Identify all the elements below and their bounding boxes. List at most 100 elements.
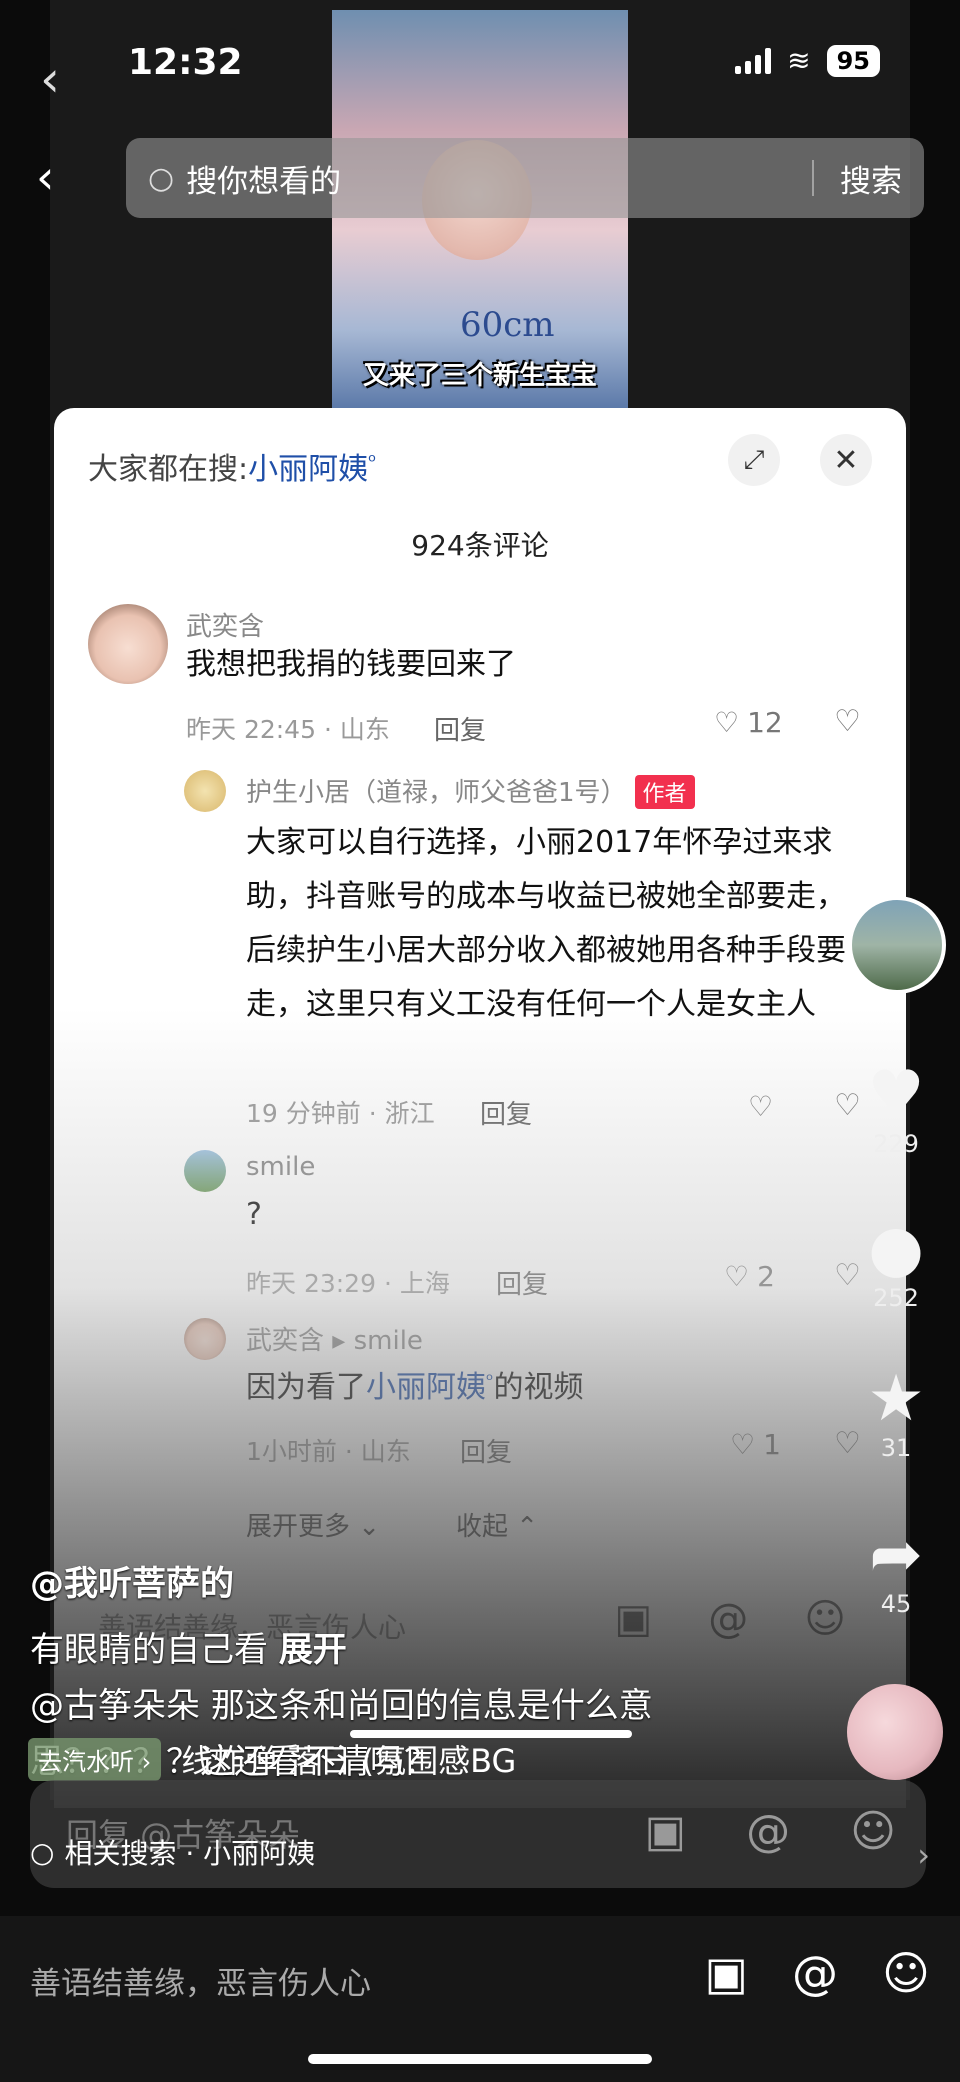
- comment-count: 252: [873, 1284, 919, 1312]
- comment-text: ?: [246, 1197, 262, 1232]
- comment-text-before: 因为看了: [246, 1370, 366, 1405]
- expand-icon[interactable]: ⤢: [728, 434, 780, 486]
- image-icon[interactable]: ▣: [705, 1946, 748, 2000]
- comment-meta: 19 分钟前 · 浙江: [246, 1099, 435, 1128]
- comment-action[interactable]: ● 252: [846, 1214, 946, 1312]
- reply-button[interactable]: 回复: [434, 710, 486, 747]
- comment-user-name: 武奕含: [246, 1326, 325, 1356]
- comment-meta: 昨天 22:45 · 山东: [186, 715, 390, 744]
- bottom-input-bar: 善语结善缘，恶言伤人心 ▣ @ ☺: [0, 1916, 960, 2082]
- desc-line-1: 有眼睛的自己看: [30, 1630, 268, 1670]
- hot-search-prefix: 大家都在搜:: [88, 452, 249, 487]
- author-badge: 作者: [634, 775, 695, 809]
- comment-text-after: 的视频: [493, 1370, 584, 1405]
- music-tag-label: 去汽水听: [38, 1747, 134, 1776]
- comment-text: 大家可以自行选择，小丽2017年怀孕过来求助，抖音账号的成本与收益已被她全部要走…: [246, 825, 846, 1022]
- comment-user[interactable]: 武奕含 ▸ smile: [246, 1320, 423, 1357]
- heart-icon: ♡: [724, 1260, 750, 1293]
- like-button[interactable]: ♡: [748, 1090, 773, 1123]
- star-icon: ★: [867, 1362, 925, 1436]
- heart-icon: ♡: [730, 1428, 756, 1461]
- comment-text: 因为看了小丽阿姨ᵒ的视频: [246, 1354, 583, 1415]
- heart-icon: ♥: [867, 1058, 925, 1132]
- home-indicator: [308, 2054, 652, 2064]
- back-outer-icon[interactable]: ‹: [40, 50, 60, 108]
- reply-arrow-icon: ▸: [332, 1326, 346, 1356]
- reply-button[interactable]: 回复: [496, 1264, 548, 1301]
- signal-icon: [735, 47, 772, 74]
- hot-search[interactable]: 大家都在搜:小丽阿姨ᵒ: [88, 444, 376, 488]
- share-count: 45: [880, 1590, 912, 1618]
- search-bar[interactable]: ○ 搜你想看的 搜索: [126, 138, 924, 218]
- dislike-icon[interactable]: ♡: [834, 704, 861, 739]
- bottom-icons: ▣ @ ☺: [705, 1946, 930, 2000]
- search-icon: ○: [30, 1835, 55, 1869]
- heart-icon: ♡: [714, 706, 740, 739]
- emoji-icon[interactable]: ☺: [850, 1806, 896, 1857]
- like-action[interactable]: ♥ 229: [846, 1060, 946, 1158]
- like-count: 229: [873, 1130, 919, 1158]
- at-icon[interactable]: @: [792, 1946, 838, 2000]
- search-icon: ○: [148, 160, 175, 196]
- collapse-label: 收起: [456, 1512, 509, 1542]
- status-time: 12:32: [128, 42, 243, 83]
- emoji-icon[interactable]: ☺: [804, 1596, 846, 1642]
- bottom-comment-input[interactable]: 善语结善缘，恶言伤人心: [30, 1958, 371, 2003]
- expand-description-button[interactable]: 展开: [279, 1630, 347, 1670]
- collapse-button[interactable]: 收起 ⌃: [456, 1506, 538, 1543]
- comment-count: 924条评论: [411, 529, 549, 562]
- share-icon: ➦: [869, 1518, 923, 1592]
- favorite-count: 31: [880, 1434, 912, 1462]
- search-divider: [812, 160, 814, 196]
- battery-icon: 95: [826, 44, 880, 77]
- music-disc[interactable]: [847, 1684, 943, 1780]
- comment-text: 我想把我捐的钱要回来了: [186, 647, 516, 682]
- chevron-down-icon: ⌄: [358, 1512, 381, 1542]
- like-button[interactable]: ♡ 2: [724, 1260, 775, 1293]
- music-row[interactable]: 去汽水听 › 线炸弹 落日 (氛围感BG: [28, 1736, 516, 1782]
- wifi-icon: ≋: [787, 44, 811, 77]
- music-tag[interactable]: 去汽水听 ›: [28, 1737, 162, 1781]
- like-button[interactable]: ♡ 1: [730, 1428, 781, 1461]
- video-author[interactable]: @我听菩萨的: [30, 1556, 234, 1605]
- image-icon[interactable]: ▣: [645, 1806, 687, 1857]
- comment-meta: 1小时前 · 山东: [246, 1437, 411, 1466]
- reply-to-user: smile: [353, 1326, 423, 1356]
- related-search[interactable]: ○ 相关搜索 · 小丽阿姨: [30, 1832, 315, 1872]
- heart-icon: ♡: [748, 1090, 774, 1123]
- comment-keyword-link[interactable]: 小丽阿姨: [366, 1370, 486, 1405]
- video-caption: 又来了三个新生宝宝: [362, 361, 597, 391]
- avatar[interactable]: [88, 604, 168, 684]
- expand-more-button[interactable]: 展开更多 ⌄: [246, 1506, 380, 1543]
- like-count: 2: [757, 1260, 775, 1293]
- search-input[interactable]: 搜你想看的: [186, 156, 812, 201]
- search-button[interactable]: 搜索: [840, 156, 902, 201]
- avatar[interactable]: [184, 1318, 226, 1360]
- back-icon[interactable]: ‹: [36, 150, 54, 204]
- reply-bar-icons: ▣ @ ☺: [645, 1806, 896, 1857]
- status-indicators: ≋ 95: [735, 44, 880, 77]
- comment-user[interactable]: smile: [246, 1152, 315, 1182]
- hot-search-keyword[interactable]: 小丽阿姨: [248, 452, 368, 487]
- close-icon[interactable]: ✕: [820, 434, 872, 486]
- comment-user[interactable]: 护生小居（道禄，师父爸爸1号） 作者: [246, 772, 695, 809]
- avatar[interactable]: [184, 770, 226, 812]
- like-count: 1: [763, 1428, 781, 1461]
- favorite-action[interactable]: ★ 31: [846, 1364, 946, 1462]
- emoji-icon[interactable]: ☺: [882, 1946, 930, 2000]
- creator-avatar[interactable]: [848, 896, 946, 994]
- comment-icon: ●: [868, 1212, 924, 1286]
- chevron-up-icon: ⌃: [516, 1512, 539, 1542]
- reply-button[interactable]: 回复: [480, 1094, 532, 1131]
- avatar[interactable]: [184, 1150, 226, 1192]
- reply-button[interactable]: 回复: [460, 1432, 512, 1469]
- share-action[interactable]: ➦ 45: [846, 1520, 946, 1618]
- comment-user-name: 护生小居（道禄，师父爸爸1号）: [246, 778, 627, 808]
- chevron-right-icon[interactable]: ›: [917, 1836, 930, 1874]
- like-button[interactable]: ♡ 12: [714, 706, 783, 739]
- comment-meta: 昨天 23:29 · 上海: [246, 1269, 450, 1298]
- video-cm-mark: 60cm: [460, 305, 555, 345]
- chevron-right-icon: ›: [141, 1747, 152, 1776]
- at-icon[interactable]: @: [746, 1806, 790, 1857]
- related-search-label: 相关搜索 · 小丽阿姨: [64, 1837, 316, 1870]
